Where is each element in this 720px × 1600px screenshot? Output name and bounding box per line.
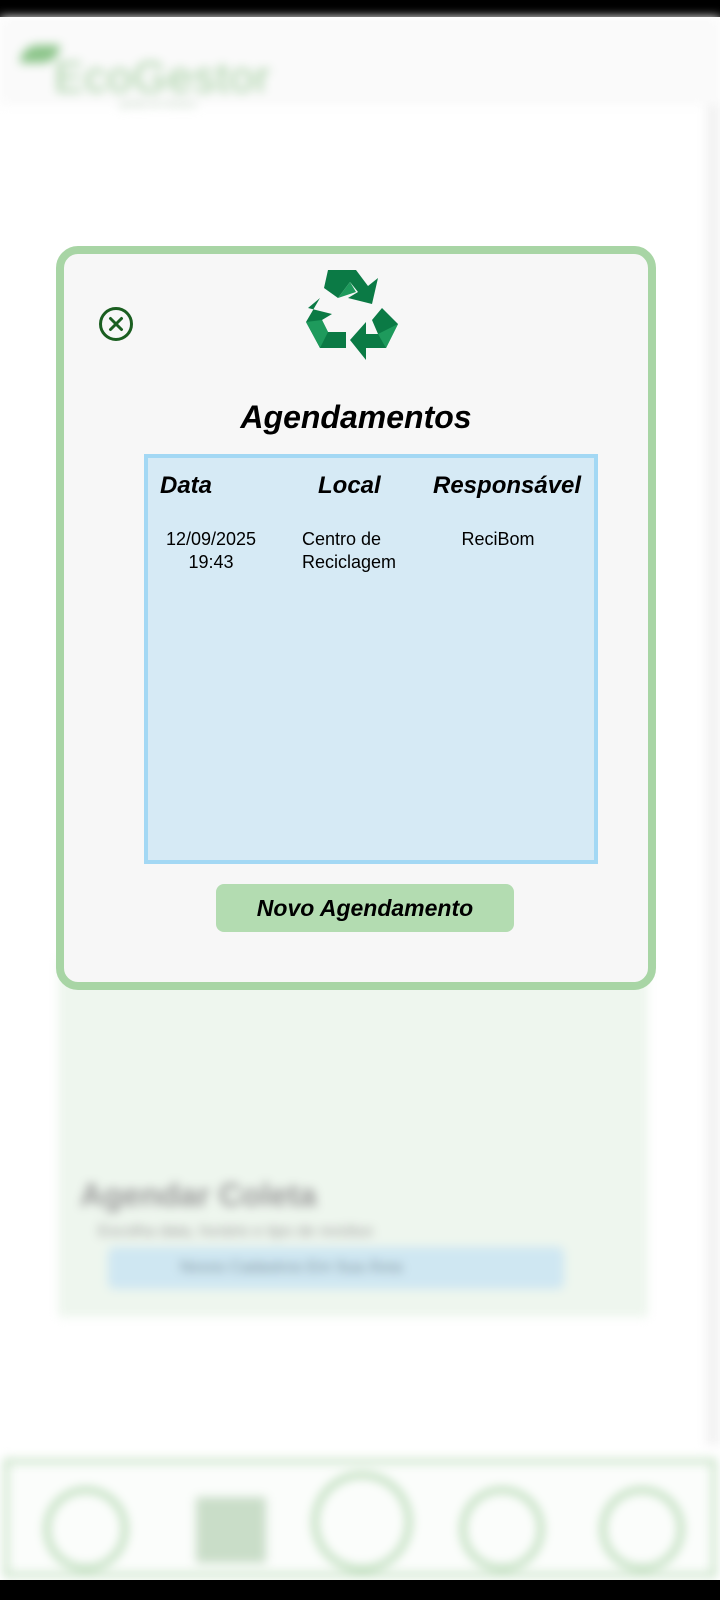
leaf-tab-icon [312, 1472, 412, 1572]
profile-icon [460, 1487, 544, 1571]
appointments-table: Data Local Responsável 12/09/2025 19:43 … [144, 454, 598, 864]
close-button[interactable] [98, 306, 134, 342]
column-header-location: Local [318, 472, 381, 499]
row-location-line1: Centro de [302, 529, 382, 549]
recycle-icon [306, 270, 398, 360]
row-date-time: 12/09/2025 19:43 [156, 528, 266, 574]
scrollbar-track [706, 105, 720, 1445]
row-location: Centro de Reciclagem [302, 528, 396, 574]
new-appointment-button[interactable]: Novo Agendamento [216, 884, 514, 932]
logo-subtitle: gestão de resíduos [120, 99, 197, 109]
modal-title: Agendamentos [240, 399, 472, 435]
column-header-responsible: Responsável [433, 472, 582, 499]
background-card-subtitle: Escolha data, horário e tipo de resíduo [98, 1223, 373, 1240]
close-circle-icon [99, 307, 133, 341]
background-card-title: Agendar Coleta [80, 1177, 317, 1213]
app-header: EcoGestor gestão de resíduos [0, 17, 720, 109]
chart-icon [196, 1497, 266, 1563]
column-header-date: Data [160, 472, 213, 499]
home-icon [44, 1487, 128, 1571]
status-bar [0, 0, 720, 17]
appointments-modal: Agendamentos Data Local Responsável 12/0… [56, 246, 656, 990]
row-location-line2: Reciclagem [302, 552, 397, 572]
row-responsible: ReciBom [461, 529, 535, 549]
row-time: 19:43 [188, 552, 234, 572]
logo-text: EcoGestor [54, 53, 271, 102]
app-logo: EcoGestor gestão de resíduos [20, 39, 270, 109]
row-date: 12/09/2025 [165, 529, 257, 549]
background-card-button-label: Novos Cadastros Em Sua Área [180, 1259, 403, 1276]
system-nav-bar [0, 1580, 720, 1600]
location-pin-icon [600, 1487, 684, 1571]
